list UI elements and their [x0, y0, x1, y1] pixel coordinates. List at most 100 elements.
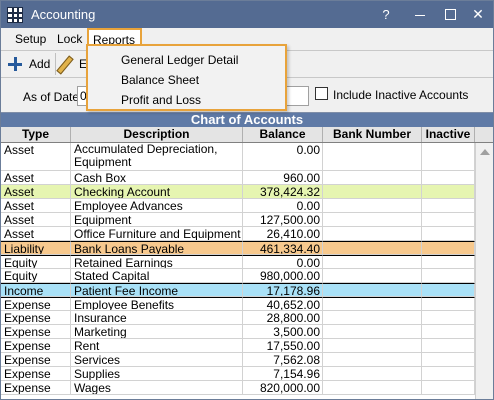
table-row[interactable]: Expense Employee Benefits 40,652.00 — [1, 297, 475, 311]
cell-balance[interactable]: 28,800.00 — [243, 311, 323, 325]
cell-inactive[interactable] — [422, 367, 475, 381]
menu-item-profit-and-loss[interactable]: Profit and Loss — [121, 93, 201, 107]
cell-bank-number[interactable] — [323, 325, 422, 339]
cell-bank-number[interactable] — [323, 199, 422, 213]
cell-bank-number[interactable] — [323, 241, 422, 255]
cell-inactive[interactable] — [422, 297, 475, 311]
title-bar[interactable]: Accounting ? ✕ — [1, 1, 493, 28]
cell-inactive[interactable] — [422, 311, 475, 325]
cell-type[interactable]: Asset — [1, 213, 71, 227]
minimize-button[interactable] — [405, 1, 435, 28]
cell-balance[interactable]: 7,562.08 — [243, 353, 323, 367]
cell-description[interactable]: Accumulated Depreciation, Equipment — [71, 143, 243, 171]
cell-balance[interactable]: 26,410.00 — [243, 227, 323, 241]
cell-type[interactable]: Asset — [1, 171, 71, 185]
cell-description[interactable]: Retained Earnings — [71, 255, 243, 269]
table-row[interactable]: Expense Wages 820,000.00 — [1, 381, 475, 395]
cell-inactive[interactable] — [422, 213, 475, 227]
table-row[interactable]: Asset Office Furniture and Equipment 26,41… — [1, 227, 475, 241]
cell-type[interactable]: Expense — [1, 367, 71, 381]
cell-description[interactable]: Employee Advances — [71, 199, 243, 213]
menu-item-general-ledger-detail[interactable]: General Ledger Detail — [121, 53, 238, 67]
table-row[interactable]: Asset Accumulated Depreciation, Equipment… — [1, 143, 475, 171]
menu-setup[interactable]: Setup — [11, 31, 50, 47]
cell-type[interactable]: Expense — [1, 325, 71, 339]
cell-bank-number[interactable] — [323, 283, 422, 297]
cell-type[interactable]: Expense — [1, 339, 71, 353]
column-header-inactive[interactable]: Inactive — [422, 127, 475, 142]
cell-description[interactable]: Marketing — [71, 325, 243, 339]
cell-bank-number[interactable] — [323, 213, 422, 227]
cell-description[interactable]: Employee Benefits — [71, 297, 243, 311]
cell-inactive[interactable] — [422, 269, 475, 283]
cell-type[interactable]: Expense — [1, 297, 71, 311]
cell-type[interactable]: Equity — [1, 269, 71, 283]
cell-inactive[interactable] — [422, 171, 475, 185]
table-row[interactable]: Expense Marketing 3,500.00 — [1, 325, 475, 339]
column-header-type[interactable]: Type — [1, 127, 71, 142]
table-row[interactable]: Expense Rent 17,550.00 — [1, 339, 475, 353]
cell-balance[interactable]: 17,550.00 — [243, 339, 323, 353]
menu-lock[interactable]: Lock — [53, 31, 86, 47]
close-button[interactable]: ✕ — [463, 1, 493, 28]
cell-balance[interactable]: 17,178.96 — [243, 283, 323, 297]
cell-type[interactable]: Asset — [1, 185, 71, 199]
cell-balance[interactable]: 127,500.00 — [243, 213, 323, 227]
table-row[interactable]: Asset Employee Advances 0.00 — [1, 199, 475, 213]
cell-bank-number[interactable] — [323, 255, 422, 269]
table-row[interactable]: Equity Retained Earnings 0.00 — [1, 255, 475, 269]
cell-bank-number[interactable] — [323, 185, 422, 199]
edit-button[interactable]: E — [56, 54, 87, 75]
cell-inactive[interactable] — [422, 185, 475, 199]
table-row[interactable]: Income Patient Fee Income 17,178.96 — [1, 283, 475, 297]
table-row[interactable]: Expense Insurance 28,800.00 — [1, 311, 475, 325]
table-row[interactable]: Asset Checking Account 378,424.32 — [1, 185, 475, 199]
cell-balance[interactable]: 7,154.96 — [243, 367, 323, 381]
cell-description[interactable]: Equipment — [71, 213, 243, 227]
cell-bank-number[interactable] — [323, 227, 422, 241]
table-row[interactable]: Liability Bank Loans Payable 461,334.40 — [1, 241, 475, 255]
cell-inactive[interactable] — [422, 199, 475, 213]
add-button[interactable]: Add — [5, 54, 53, 74]
cell-description[interactable]: Patient Fee Income — [71, 283, 243, 297]
cell-description[interactable]: Office Furniture and Equipment — [71, 227, 243, 241]
menu-item-balance-sheet[interactable]: Balance Sheet — [121, 73, 199, 87]
cell-inactive[interactable] — [422, 227, 475, 241]
cell-inactive[interactable] — [422, 241, 475, 255]
cell-balance[interactable]: 980,000.00 — [243, 269, 323, 283]
cell-bank-number[interactable] — [323, 367, 422, 381]
cell-description[interactable]: Wages — [71, 381, 243, 395]
cell-type[interactable]: Expense — [1, 311, 71, 325]
cell-inactive[interactable] — [422, 255, 475, 269]
cell-balance[interactable]: 378,424.32 — [243, 185, 323, 199]
scroll-up-arrow-icon[interactable] — [480, 149, 490, 155]
cell-inactive[interactable] — [422, 381, 475, 395]
table-row[interactable]: Expense Services 7,562.08 — [1, 353, 475, 367]
cell-description[interactable]: Services — [71, 353, 243, 367]
cell-inactive[interactable] — [422, 143, 475, 171]
cell-type[interactable]: Equity — [1, 255, 71, 269]
cell-bank-number[interactable] — [323, 381, 422, 395]
cell-inactive[interactable] — [422, 353, 475, 367]
table-row[interactable]: Asset Equipment 127,500.00 — [1, 213, 475, 227]
cell-description[interactable]: Rent — [71, 339, 243, 353]
cell-description[interactable]: Stated Capital — [71, 269, 243, 283]
cell-bank-number[interactable] — [323, 143, 422, 171]
maximize-button[interactable] — [435, 1, 465, 28]
cell-bank-number[interactable] — [323, 311, 422, 325]
cell-balance[interactable]: 0.00 — [243, 143, 323, 171]
cell-description[interactable]: Insurance — [71, 311, 243, 325]
cell-description[interactable]: Cash Box — [71, 171, 243, 185]
cell-description[interactable]: Bank Loans Payable — [71, 241, 243, 255]
cell-bank-number[interactable] — [323, 171, 422, 185]
column-header-bank-number[interactable]: Bank Number — [323, 127, 422, 142]
help-button[interactable]: ? — [371, 1, 401, 28]
cell-balance[interactable]: 461,334.40 — [243, 241, 323, 255]
cell-type[interactable]: Income — [1, 283, 71, 297]
table-row[interactable]: Equity Stated Capital 980,000.00 — [1, 269, 475, 283]
column-header-description[interactable]: Description — [71, 127, 243, 142]
cell-type[interactable]: Expense — [1, 381, 71, 395]
cell-balance[interactable]: 960.00 — [243, 171, 323, 185]
cell-inactive[interactable] — [422, 339, 475, 353]
vertical-scrollbar[interactable] — [475, 143, 493, 399]
